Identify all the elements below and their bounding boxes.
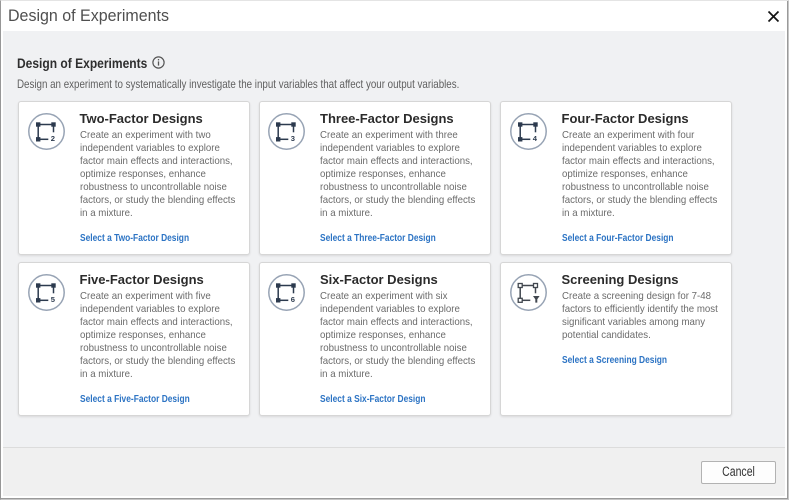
svg-text:6: 6	[291, 294, 295, 303]
svg-text:3: 3	[291, 133, 295, 142]
svg-text:2: 2	[50, 133, 54, 142]
